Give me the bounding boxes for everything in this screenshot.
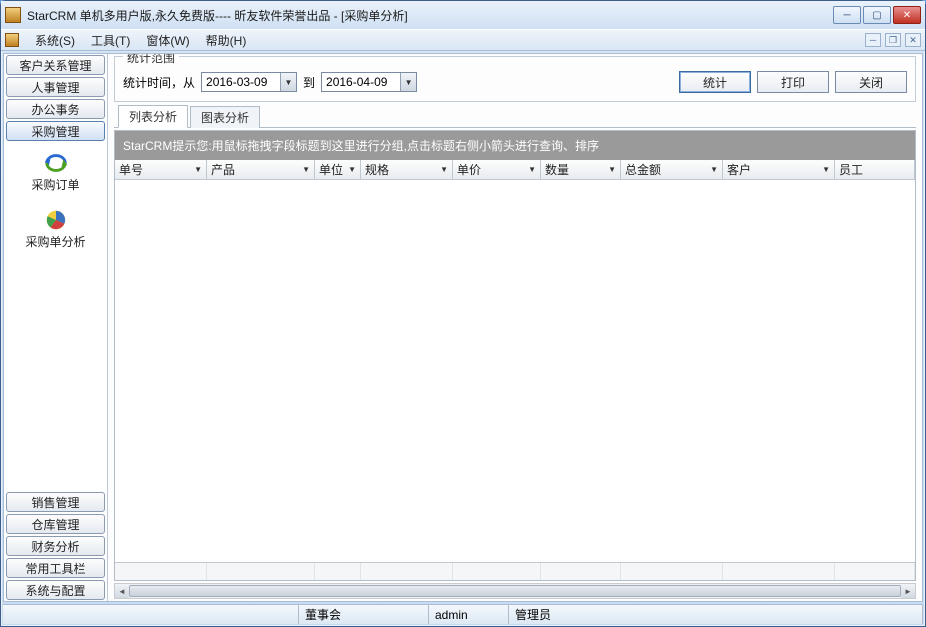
- close-button-inner[interactable]: 关闭: [835, 71, 907, 93]
- mdi-restore-button[interactable]: ❐: [885, 33, 901, 47]
- filter-to-label: 到: [303, 74, 315, 91]
- filter-dropdown-icon[interactable]: ▼: [348, 165, 356, 174]
- nav-sales[interactable]: 销售管理: [6, 492, 105, 512]
- status-pane-1: [3, 605, 299, 624]
- minimize-button[interactable]: ─: [833, 6, 861, 24]
- grid-body[interactable]: [115, 180, 915, 562]
- sidebar-item-purchase-order[interactable]: 采购订单: [4, 150, 107, 193]
- filter-legend: 统计范围: [123, 53, 179, 66]
- nav-customer[interactable]: 客户关系管理: [6, 55, 105, 75]
- scroll-left-icon[interactable]: ◄: [115, 584, 129, 598]
- filter-fieldset: 统计范围 统计时间，从 ▼ 到 ▼ 统计 打印 关闭: [114, 56, 916, 102]
- print-button[interactable]: 打印: [757, 71, 829, 93]
- horizontal-scrollbar[interactable]: ◄ ►: [114, 583, 916, 599]
- nav-config[interactable]: 系统与配置: [6, 580, 105, 600]
- sidebar: 客户关系管理 人事管理 办公事务 采购管理 采购订单: [4, 54, 108, 601]
- menu-window[interactable]: 窗体(W): [138, 30, 197, 51]
- col-total[interactable]: 总金额▼: [621, 160, 723, 179]
- nav-toolbar[interactable]: 常用工具栏: [6, 558, 105, 578]
- filter-dropdown-icon[interactable]: ▼: [440, 165, 448, 174]
- col-spec[interactable]: 规格▼: [361, 160, 453, 179]
- date-from-combo[interactable]: ▼: [201, 72, 297, 92]
- date-to-input[interactable]: [322, 73, 400, 91]
- date-from-input[interactable]: [202, 73, 280, 91]
- col-staff[interactable]: 员工: [835, 160, 915, 179]
- filter-time-label: 统计时间，从: [123, 74, 195, 91]
- tab-strip: 列表分析 图表分析: [114, 106, 916, 128]
- maximize-button[interactable]: ▢: [863, 6, 891, 24]
- mdi-minimize-button[interactable]: ─: [865, 33, 881, 47]
- dropdown-icon[interactable]: ▼: [280, 73, 296, 91]
- col-customer[interactable]: 客户▼: [723, 160, 835, 179]
- scroll-right-icon[interactable]: ►: [901, 584, 915, 598]
- col-order-no[interactable]: 单号▼: [115, 160, 207, 179]
- main-area: 统计范围 统计时间，从 ▼ 到 ▼ 统计 打印 关闭 列表分析 图表分析: [108, 54, 922, 601]
- client-area: 客户关系管理 人事管理 办公事务 采购管理 采购订单: [3, 53, 923, 602]
- stat-button[interactable]: 统计: [679, 71, 751, 93]
- status-dept: 董事会: [299, 605, 429, 624]
- nav-panel-purchase: 采购订单 采购单分析: [4, 142, 107, 491]
- filter-dropdown-icon[interactable]: ▼: [528, 165, 536, 174]
- app-icon-small: [5, 33, 19, 47]
- nav-warehouse[interactable]: 仓库管理: [6, 514, 105, 534]
- nav-finance[interactable]: 财务分析: [6, 536, 105, 556]
- tab-list[interactable]: 列表分析: [118, 105, 188, 128]
- grid-hint: StarCRM提示您:用鼠标拖拽字段标题到这里进行分组,点击标题右侧小箭头进行查…: [115, 131, 915, 160]
- filter-dropdown-icon[interactable]: ▼: [608, 165, 616, 174]
- menu-system[interactable]: 系统(S): [27, 30, 83, 51]
- nav-office[interactable]: 办公事务: [6, 99, 105, 119]
- window-title: StarCRM 单机多用户版,永久免费版---- 昕友软件荣誉出品 - [采购单…: [27, 7, 833, 24]
- filter-dropdown-icon[interactable]: ▼: [194, 165, 202, 174]
- col-product[interactable]: 产品▼: [207, 160, 315, 179]
- menu-tools[interactable]: 工具(T): [83, 30, 138, 51]
- menubar: 系统(S) 工具(T) 窗体(W) 帮助(H) ─ ❐ ✕: [1, 29, 925, 51]
- statusbar: 董事会 admin 管理员: [3, 604, 923, 624]
- data-grid: StarCRM提示您:用鼠标拖拽字段标题到这里进行分组,点击标题右侧小箭头进行查…: [114, 130, 916, 581]
- status-role: 管理员: [509, 605, 923, 624]
- main-window: StarCRM 单机多用户版,永久免费版---- 昕友软件荣誉出品 - [采购单…: [0, 0, 926, 627]
- tab-chart[interactable]: 图表分析: [190, 106, 260, 128]
- mdi-close-button[interactable]: ✕: [905, 33, 921, 47]
- titlebar[interactable]: StarCRM 单机多用户版,永久免费版---- 昕友软件荣誉出品 - [采购单…: [1, 1, 925, 29]
- filter-dropdown-icon[interactable]: ▼: [822, 165, 830, 174]
- close-button[interactable]: ✕: [893, 6, 921, 24]
- col-unit[interactable]: 单位▼: [315, 160, 361, 179]
- nav-hr[interactable]: 人事管理: [6, 77, 105, 97]
- app-icon: [5, 7, 21, 23]
- refresh-order-icon: [41, 150, 71, 176]
- col-price[interactable]: 单价▼: [453, 160, 541, 179]
- col-qty[interactable]: 数量▼: [541, 160, 621, 179]
- grid-footer: [115, 562, 915, 580]
- sidebar-item-purchase-analysis[interactable]: 采购单分析: [4, 207, 107, 250]
- filter-dropdown-icon[interactable]: ▼: [710, 165, 718, 174]
- date-to-combo[interactable]: ▼: [321, 72, 417, 92]
- sidebar-item-label: 采购单分析: [25, 233, 85, 250]
- status-user: admin: [429, 605, 509, 624]
- sidebar-item-label: 采购订单: [31, 176, 79, 193]
- scroll-thumb[interactable]: [129, 585, 901, 597]
- nav-purchase[interactable]: 采购管理: [6, 121, 105, 141]
- pie-chart-icon: [41, 207, 71, 233]
- filter-dropdown-icon[interactable]: ▼: [302, 165, 310, 174]
- menu-help[interactable]: 帮助(H): [198, 30, 255, 51]
- dropdown-icon[interactable]: ▼: [400, 73, 416, 91]
- grid-header: 单号▼ 产品▼ 单位▼ 规格▼ 单价▼ 数量▼ 总金额▼ 客户▼ 员工: [115, 160, 915, 180]
